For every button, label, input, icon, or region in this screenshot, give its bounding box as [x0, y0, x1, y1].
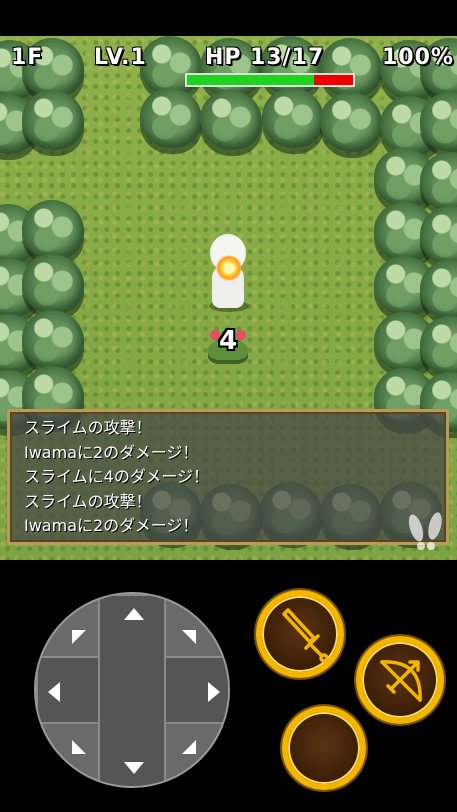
hp-value: 13/17: [250, 45, 325, 70]
tree: [22, 200, 84, 260]
fullness-indicator: 100%: [382, 45, 454, 70]
tree: [320, 92, 382, 152]
dpad-down-left-arrow-icon[interactable]: [72, 740, 86, 754]
level-indicator: LV.1: [94, 45, 147, 70]
sword-icon: [282, 608, 329, 663]
empty-action-button[interactable]: [282, 706, 366, 790]
dpad-left-arrow-icon[interactable]: [48, 682, 60, 702]
bow-icon: [380, 660, 422, 702]
hp-bar-fill: [187, 75, 314, 85]
tree: [200, 90, 262, 150]
log-line: スライムに4のダメージ！: [24, 467, 210, 486]
dpad-right-arrow-icon[interactable]: [208, 682, 220, 702]
tree: [140, 36, 202, 96]
floor-indicator: 1F: [11, 45, 44, 70]
dpad-down-right-arrow-icon[interactable]: [182, 740, 196, 754]
hp-bar: [185, 73, 355, 87]
tree: [140, 88, 202, 148]
tree: [320, 38, 382, 98]
attack-button[interactable]: [256, 590, 344, 678]
damage-popup: 4: [218, 326, 238, 356]
dpad-up-left-arrow-icon[interactable]: [72, 630, 86, 644]
dpad[interactable]: [34, 592, 230, 788]
log-line: Iwamaに2のダメージ！: [24, 442, 199, 462]
tree: [22, 254, 84, 314]
log-line: スライムの攻撃！: [24, 418, 152, 437]
log-line: Iwamaに2のダメージ！: [24, 516, 199, 535]
log-line: スライムの攻撃！: [24, 491, 152, 511]
dpad-center: [100, 658, 164, 722]
hp-label: HP: [205, 45, 242, 70]
shoot-button[interactable]: [356, 636, 444, 724]
dpad-up-arrow-icon[interactable]: [124, 608, 144, 620]
message-log: スライムの攻撃！ Iwamaに2のダメージ！ スライムに4のダメージ！ スライム…: [7, 409, 449, 545]
dpad-up-right-arrow-icon[interactable]: [182, 630, 196, 644]
tree: [262, 88, 324, 148]
tree: [22, 90, 84, 150]
tree: [22, 310, 84, 370]
top-bar: [0, 0, 457, 36]
dpad-down-arrow-icon[interactable]: [124, 762, 144, 774]
hit-spark-effect: [216, 255, 242, 281]
footsteps-icon[interactable]: [404, 512, 448, 554]
